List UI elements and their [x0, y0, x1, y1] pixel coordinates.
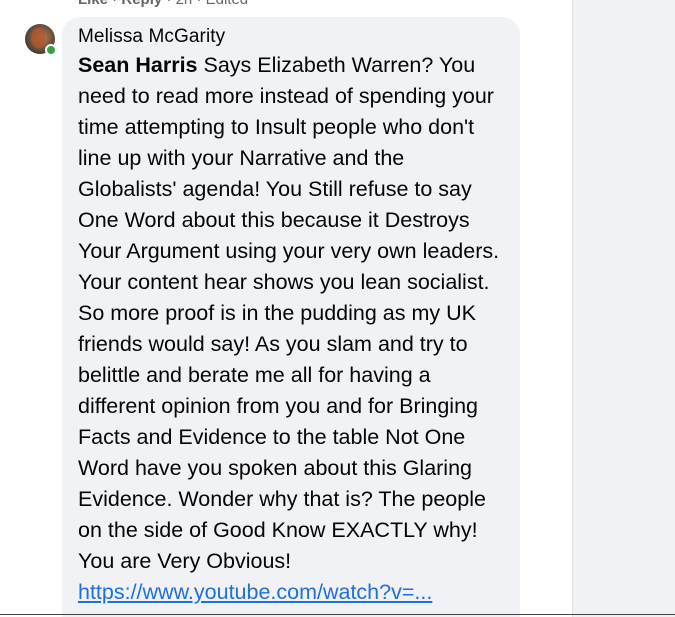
separator: ·	[108, 0, 121, 8]
comment-thread: Like · Reply · 2h · Edited Melissa McGar…	[0, 0, 675, 617]
comment-link[interactable]: https://www.youtube.com/watch?v=...	[78, 577, 508, 608]
divider	[0, 614, 675, 615]
comment-text: Says Elizabeth Warren? You need to read …	[78, 53, 500, 573]
comment-body: Sean Harris Says Elizabeth Warren? You n…	[78, 50, 508, 608]
edited-label: Edited	[206, 0, 249, 8]
avatar-image	[31, 28, 45, 48]
mention-link[interactable]: Sean Harris	[78, 53, 198, 77]
separator: ·	[162, 0, 175, 8]
right-sidebar	[572, 0, 675, 617]
timestamp[interactable]: 2h	[176, 0, 193, 8]
reply-button[interactable]: Reply	[121, 0, 162, 8]
like-button[interactable]: Like	[78, 0, 108, 8]
comment-bubble: Melissa McGarity Sean Harris Says Elizab…	[62, 17, 520, 617]
separator: ·	[192, 0, 205, 8]
online-status-icon	[45, 44, 57, 56]
previous-comment-actions: Like · Reply · 2h · Edited	[78, 0, 248, 8]
comment-author[interactable]: Melissa McGarity	[78, 25, 506, 49]
avatar[interactable]	[25, 24, 57, 56]
